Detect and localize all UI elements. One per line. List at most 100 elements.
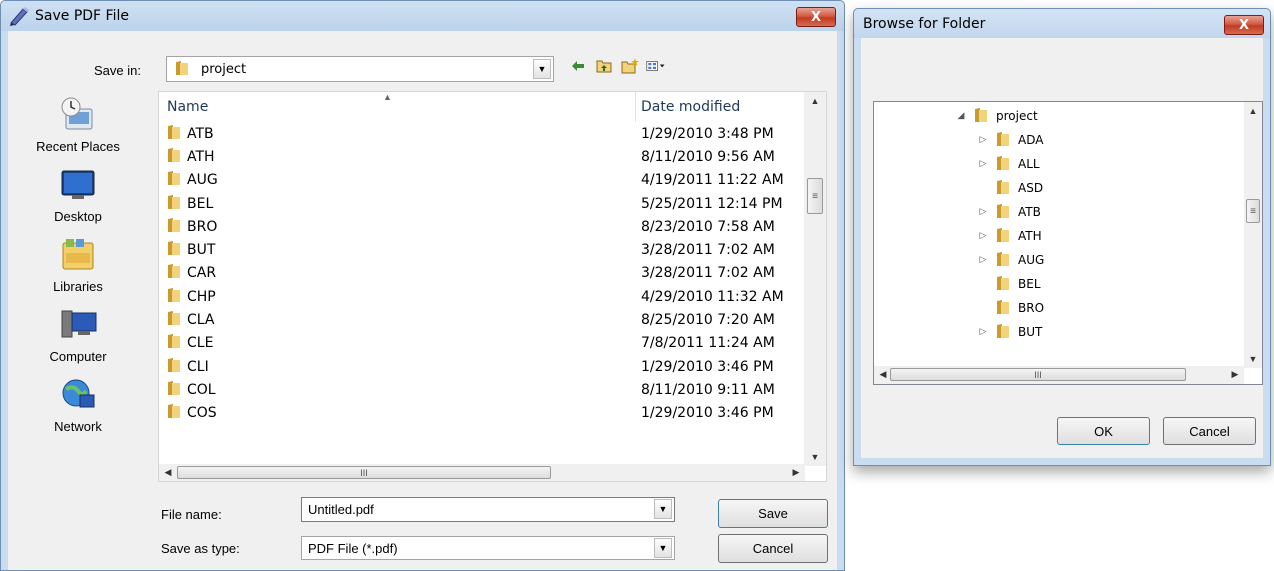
file-row[interactable]: BUT 3/28/2011 7:02 AM [159, 238, 805, 261]
expand-toggle-icon[interactable]: ▷ [976, 327, 990, 337]
scroll-up-icon[interactable]: ▲ [1244, 102, 1262, 120]
browse-cancel-button[interactable]: Cancel [1163, 417, 1256, 445]
column-header-date-modified[interactable]: Date modified [637, 92, 805, 122]
scroll-down-icon[interactable]: ▼ [1244, 350, 1262, 368]
file-rows: ATB 1/29/2010 3:48 PM ATH 8/11/2010 9:56 AM… [159, 122, 805, 425]
file-row[interactable]: ATH 8/11/2010 9:56 AM [159, 145, 805, 168]
file-name-text: ATB [187, 125, 214, 142]
date-modified-cell: 7/8/2011 11:24 AM [641, 335, 775, 352]
chevron-down-icon[interactable]: ▼ [533, 59, 551, 79]
file-row[interactable]: BEL 5/25/2011 12:14 PM [159, 192, 805, 215]
file-list[interactable]: ▲ Name Date modified ATB 1/29/2010 3:48 P… [158, 91, 827, 482]
places-bar: Recent Places Desktop Libraries Computer [8, 91, 148, 491]
file-name-cell: BEL [159, 194, 637, 214]
folder-tree[interactable]: ◢ project ▷ ADA ▷ ALL ASD ▷ ATB ▷ ATH ▷ AUG BEL BRO ▷ BU… [873, 101, 1263, 385]
save-dialog-titlebar[interactable]: Save PDF File X [1, 1, 844, 31]
tree-item[interactable]: ▷ ALL [976, 152, 1040, 176]
file-name-cell: CLI [159, 357, 637, 377]
browse-dialog-close-button[interactable]: X [1224, 15, 1264, 35]
tree-item[interactable]: ▷ ADA [976, 128, 1043, 152]
back-arrow-icon[interactable] [568, 56, 588, 76]
new-folder-icon[interactable] [620, 56, 640, 76]
file-name-cell: CLE [159, 333, 637, 353]
file-row[interactable]: AUG 4/19/2011 11:22 AM [159, 169, 805, 192]
save-in-dropdown[interactable]: project ▼ [166, 56, 554, 82]
folder-icon [167, 263, 181, 283]
folder-icon [175, 60, 189, 79]
file-name-cell: BUT [159, 240, 637, 260]
tree-item[interactable]: ◢ project [954, 104, 1038, 128]
cancel-button[interactable]: Cancel [718, 534, 828, 563]
save-in-value: project [201, 61, 247, 77]
chevron-down-icon[interactable]: ▼ [654, 499, 672, 519]
file-row[interactable]: CLE 7/8/2011 11:24 AM [159, 332, 805, 355]
folder-icon [167, 333, 181, 353]
recent-places-icon [56, 93, 100, 137]
place-network[interactable]: Network [8, 373, 148, 434]
file-row[interactable]: COL 8/11/2010 9:11 AM [159, 378, 805, 401]
file-row[interactable]: CLI 1/29/2010 3:46 PM [159, 355, 805, 378]
tree-item[interactable]: ASD [976, 176, 1043, 200]
scroll-thumb[interactable]: ≡ [807, 178, 823, 214]
desktop-icon [56, 163, 100, 207]
folder-icon [996, 299, 1010, 318]
tree-item[interactable]: BRO [976, 296, 1044, 320]
file-row[interactable]: CLA 8/25/2010 7:20 AM [159, 308, 805, 331]
save-dialog-close-button[interactable]: X [796, 7, 836, 27]
folder-icon [167, 287, 181, 307]
place-desktop[interactable]: Desktop [8, 163, 148, 224]
place-computer[interactable]: Computer [8, 303, 148, 364]
file-row[interactable]: CHP 4/29/2010 11:32 AM [159, 285, 805, 308]
tree-item[interactable]: ▷ ATH [976, 224, 1042, 248]
expand-toggle-icon[interactable]: ▷ [976, 159, 990, 169]
save-pdf-dialog: Save PDF File X Save in: project ▼ Recen… [0, 0, 845, 571]
scroll-right-icon[interactable]: ▶ [787, 464, 805, 481]
scroll-thumb[interactable]: III [177, 466, 551, 479]
file-row[interactable]: ATB 1/29/2010 3:48 PM [159, 122, 805, 145]
browse-dialog-titlebar[interactable]: Browse for Folder X [854, 9, 1270, 38]
scroll-right-icon[interactable]: ▶ [1226, 366, 1244, 383]
expand-toggle-icon[interactable]: ▷ [976, 255, 990, 265]
tree-item-label: project [996, 109, 1038, 123]
tree-item-label: BUT [1018, 325, 1043, 339]
file-name-text: CLE [187, 335, 214, 352]
horizontal-scrollbar[interactable]: ◀ III ▶ [159, 464, 805, 481]
save-as-type-dropdown[interactable]: PDF File (*.pdf) ▼ [301, 536, 675, 560]
file-row[interactable]: BRO 8/23/2010 7:58 AM [159, 215, 805, 238]
ok-button[interactable]: OK [1057, 417, 1150, 445]
folder-icon [974, 107, 988, 126]
date-modified-cell: 4/29/2010 11:32 AM [641, 288, 784, 305]
file-name-cell: CLA [159, 310, 637, 330]
place-libraries[interactable]: Libraries [8, 233, 148, 294]
tree-item[interactable]: ▷ AUG [976, 248, 1044, 272]
tree-item-label: ASD [1018, 181, 1044, 195]
up-folder-icon[interactable] [594, 56, 614, 76]
date-modified-cell: 8/23/2010 7:58 AM [641, 218, 775, 235]
save-button[interactable]: Save [718, 499, 828, 528]
scroll-thumb[interactable]: ≡ [1246, 199, 1260, 223]
file-row[interactable]: CAR 3/28/2011 7:02 AM [159, 262, 805, 285]
expand-toggle-icon[interactable]: ▷ [976, 135, 990, 145]
expand-toggle-icon[interactable]: ▷ [976, 231, 990, 241]
scroll-thumb[interactable]: III [890, 368, 1186, 381]
scroll-left-icon[interactable]: ◀ [159, 464, 177, 481]
view-menu-icon[interactable] [646, 56, 666, 76]
file-name-input[interactable]: Untitled.pdf ▼ [301, 497, 675, 522]
scroll-down-icon[interactable]: ▼ [804, 448, 826, 466]
file-row[interactable]: COS 1/29/2010 3:46 PM [159, 402, 805, 425]
scroll-up-icon[interactable]: ▲ [804, 92, 826, 110]
vertical-scrollbar[interactable]: ▲ ≡ ▼ [1244, 102, 1262, 368]
expand-toggle-icon[interactable]: ◢ [954, 111, 968, 121]
date-modified-cell: 8/11/2010 9:11 AM [641, 381, 775, 398]
place-recent-places[interactable]: Recent Places [8, 93, 148, 154]
vertical-scrollbar[interactable]: ▲ ≡ ▼ [804, 92, 826, 466]
tree-item[interactable]: ▷ ATB [976, 200, 1041, 224]
tree-item[interactable]: BEL [976, 272, 1041, 296]
chevron-down-icon[interactable]: ▼ [654, 538, 672, 558]
tree-item[interactable]: ▷ BUT [976, 320, 1042, 344]
column-header-name[interactable]: Name [159, 92, 636, 122]
horizontal-scrollbar[interactable]: ◀ III ▶ [874, 366, 1244, 384]
expand-toggle-icon[interactable]: ▷ [976, 207, 990, 217]
folder-icon [996, 275, 1010, 294]
file-name-cell: COL [159, 380, 637, 400]
